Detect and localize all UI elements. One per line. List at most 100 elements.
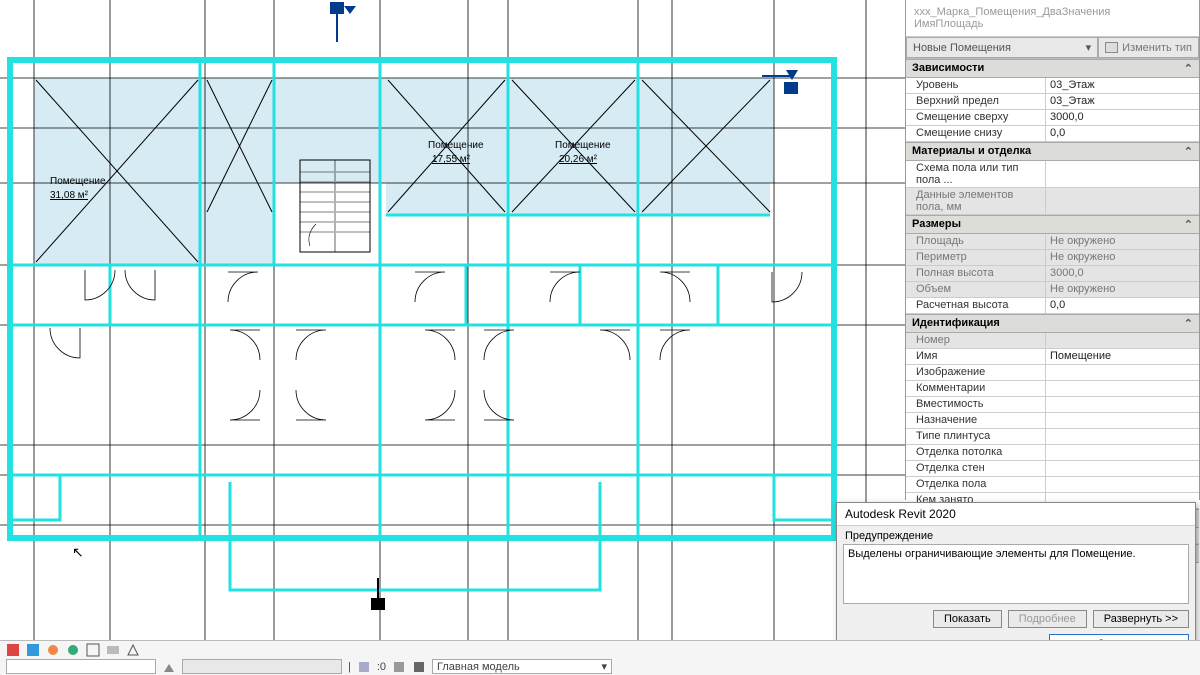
room-fill [34,78,774,183]
property-row[interactable]: Смещение снизу0,0 [906,126,1199,142]
property-row[interactable]: Типе плинтуса [906,429,1199,445]
toolbar-icon[interactable] [126,643,140,657]
property-label: Отделка стен [906,461,1046,476]
property-value[interactable] [1046,365,1199,380]
view-control-strip[interactable] [182,659,342,674]
property-group-header[interactable]: Размеры⌃ [906,215,1199,234]
chevron-down-icon: ▾ [1086,41,1092,54]
property-row: ОбъемНе окружено [906,282,1199,298]
property-row[interactable]: Вместимость [906,397,1199,413]
property-row[interactable]: Расчетная высота0,0 [906,298,1199,314]
property-label: Объем [906,282,1046,297]
property-value[interactable]: Помещение [1046,349,1199,364]
show-button[interactable]: Показать [933,610,1002,628]
toolbar-icon[interactable] [46,643,60,657]
property-value: Не окружено [1046,250,1199,265]
expand-button[interactable]: Развернуть >> [1093,610,1189,628]
room-fill [508,183,638,215]
dialog-heading: Предупреждение [837,526,1195,544]
property-value[interactable] [1046,413,1199,428]
svg-text:20,26 м²: 20,26 м² [559,154,598,165]
property-value[interactable] [1046,397,1199,412]
property-label: Периметр [906,250,1046,265]
property-row[interactable]: Отделка потолка [906,445,1199,461]
property-row: ПлощадьНе окружено [906,234,1199,250]
property-row[interactable]: ИмяПомещение [906,349,1199,365]
property-value: 3000,0 [1046,266,1199,281]
toolbar-icon[interactable] [26,643,40,657]
collapse-icon: ⌃ [1184,218,1193,231]
property-label: Номер [906,333,1046,348]
chevron-down-icon: ▾ [602,660,608,673]
section-marker[interactable] [371,578,385,610]
property-value[interactable]: 0,0 [1046,298,1199,313]
property-row[interactable]: Изображение [906,365,1199,381]
property-label: Комментарии [906,381,1046,396]
section-marker[interactable] [330,2,356,42]
property-label: Полная высота [906,266,1046,281]
property-row[interactable]: Верхний предел03_Этаж [906,94,1199,110]
property-label: Данные элементов пола, мм [906,188,1046,214]
scale-input[interactable] [6,659,156,674]
properties-header: xxx_Марка_Помещения_ДваЗначения ИмяПлоща… [906,0,1199,37]
property-value[interactable] [1046,445,1199,460]
property-value[interactable]: 03_Этаж [1046,78,1199,93]
bottom-toolbar: | :0 Главная модель ▾ [0,640,1200,675]
svg-text:31,08 м²: 31,08 м² [50,190,89,201]
property-value [1046,188,1199,214]
property-value[interactable] [1046,477,1199,492]
property-label: Типе плинтуса [906,429,1046,444]
property-row[interactable]: Отделка стен [906,461,1199,477]
toolbar-icon[interactable] [66,643,80,657]
svg-text:Помещение: Помещение [50,176,106,187]
property-value[interactable] [1046,461,1199,476]
svg-text:Помещение: Помещение [555,140,611,151]
property-value[interactable] [1046,429,1199,444]
property-value[interactable] [1046,381,1199,396]
property-label: Назначение [906,413,1046,428]
property-row[interactable]: Назначение [906,413,1199,429]
property-group-header[interactable]: Идентификация⌃ [906,314,1199,333]
property-row[interactable]: Уровень03_Этаж [906,78,1199,94]
drawing-canvas[interactable]: Помещение 31,08 м² Помещение 17,55 м² По… [0,0,905,640]
toolbar-icon[interactable] [392,660,406,674]
toolbar-icon[interactable] [106,643,120,657]
svg-text:17,55 м²: 17,55 м² [432,154,471,165]
property-group-header[interactable]: Зависимости⌃ [906,59,1199,78]
property-row: ПериметрНе окружено [906,250,1199,266]
property-row: Данные элементов пола, мм [906,188,1199,215]
property-group-header[interactable]: Материалы и отделка⌃ [906,142,1199,161]
toolbar-icon[interactable] [6,643,20,657]
property-label: Вместимость [906,397,1046,412]
property-row[interactable]: Комментарии [906,381,1199,397]
family-type-line2: ИмяПлощадь [914,18,1191,30]
property-label: Отделка пола [906,477,1046,492]
dialog-message: Выделены ограничивающие элементы для Пом… [843,544,1189,604]
property-row[interactable]: Смещение сверху3000,0 [906,110,1199,126]
property-label: Смещение сверху [906,110,1046,125]
family-type-line1: xxx_Марка_Помещения_ДваЗначения [914,6,1191,18]
toolbar-icon[interactable] [412,660,426,674]
property-value[interactable]: 0,0 [1046,126,1199,141]
edit-type-button[interactable]: Изменить тип [1098,37,1199,58]
property-value[interactable]: 03_Этаж [1046,94,1199,109]
property-value[interactable] [1046,161,1199,187]
property-label: Верхний предел [906,94,1046,109]
home-icon[interactable] [162,660,176,674]
room-fill [386,183,506,215]
filter-icon[interactable] [357,660,371,674]
property-row: Номер [906,333,1199,349]
property-label: Отделка потолка [906,445,1046,460]
model-dropdown[interactable]: Главная модель ▾ [432,659,612,674]
type-filter-dropdown[interactable]: Новые Помещения ▾ [906,37,1098,58]
property-value[interactable]: 3000,0 [1046,110,1199,125]
dialog-title: Autodesk Revit 2020 [837,503,1195,526]
edit-type-icon [1105,42,1118,53]
property-row[interactable]: Схема пола или тип пола ... [906,161,1199,188]
room-fill [640,183,770,215]
toolbar-icon[interactable] [86,643,100,657]
more-info-button: Подробнее [1008,610,1087,628]
collapse-icon: ⌃ [1184,317,1193,330]
property-value [1046,333,1199,348]
property-row[interactable]: Отделка пола [906,477,1199,493]
